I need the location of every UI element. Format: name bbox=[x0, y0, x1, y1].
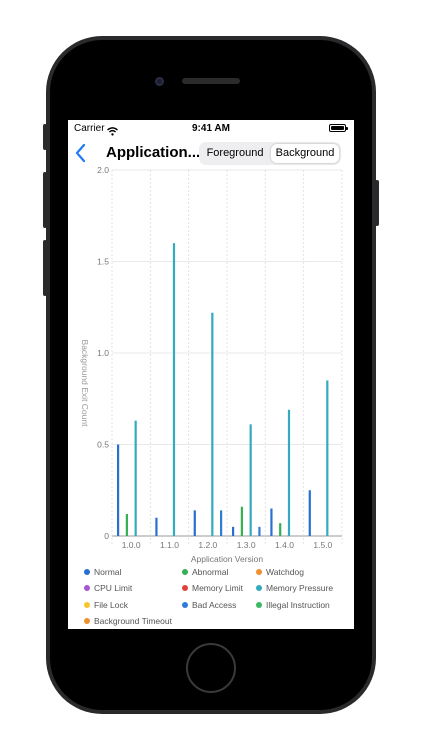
x-tick-label: 1.2.0 bbox=[198, 540, 217, 550]
segment-foreground[interactable]: Foreground bbox=[201, 144, 269, 163]
x-tick-label: 1.5.0 bbox=[313, 540, 332, 550]
legend-label: Bad Access bbox=[192, 599, 237, 610]
legend-swatch bbox=[182, 601, 188, 608]
status-time: 9:41 AM bbox=[192, 123, 230, 134]
y-tick-label: 1.5 bbox=[97, 257, 109, 267]
x-tick-label: 1.0.0 bbox=[122, 540, 141, 550]
legend-swatch bbox=[84, 585, 90, 592]
legend-label: Abnormal bbox=[192, 567, 229, 577]
y-tick-label: 1.0 bbox=[97, 348, 109, 358]
x-axis-title: Application Version bbox=[191, 554, 264, 564]
earpiece-speaker bbox=[182, 78, 240, 84]
bar-normal bbox=[117, 444, 120, 536]
bar-abnormal bbox=[279, 523, 282, 536]
y-tick-label: 2.0 bbox=[97, 165, 109, 175]
bar-normal bbox=[270, 508, 273, 536]
legend-swatch bbox=[84, 601, 90, 608]
legend-label: Watchdog bbox=[266, 567, 304, 577]
bar-normal bbox=[193, 510, 196, 536]
legend-label: CPU Limit bbox=[94, 583, 133, 594]
legend-item: Watchdog bbox=[256, 567, 304, 577]
power-button bbox=[375, 180, 379, 226]
y-axis-title: Background Exit Count bbox=[80, 340, 90, 428]
legend-item: Abnormal bbox=[182, 567, 228, 577]
legend-swatch bbox=[182, 569, 188, 575]
exit-count-chart: 0 0.5 1.0 1.5 2.0 1.0.0 1.1.0 1.2.0 1.3.0 1.4.0 1.… bbox=[80, 165, 343, 564]
bar-normal bbox=[155, 517, 158, 536]
bar-normal bbox=[232, 526, 235, 536]
legend-swatch bbox=[256, 601, 262, 608]
legend-label: Normal bbox=[94, 567, 122, 577]
y-tick-label: 0 bbox=[104, 531, 109, 541]
front-camera bbox=[155, 77, 164, 86]
legend-label: Background Timeout bbox=[94, 615, 172, 626]
legend-item: Memory Limit bbox=[182, 583, 243, 593]
legend-label: File Lock bbox=[94, 599, 129, 610]
legend-item: Normal bbox=[84, 567, 121, 577]
bar-memory-pressure bbox=[287, 409, 291, 536]
bar-abnormal bbox=[125, 514, 128, 536]
bar-memory-pressure bbox=[249, 424, 252, 536]
legend-swatch bbox=[182, 585, 188, 592]
x-tick-label: 1.4.0 bbox=[275, 540, 294, 550]
screen: Carrier 9:41 AM Application... Foregroun… bbox=[68, 120, 354, 629]
legend-swatch bbox=[84, 569, 90, 575]
legend-item: Bad Access bbox=[182, 600, 236, 610]
legend-label: Memory Limit bbox=[192, 583, 244, 594]
back-button[interactable] bbox=[72, 141, 90, 165]
volume-down-button bbox=[43, 240, 47, 296]
segment-background[interactable]: Background bbox=[271, 144, 339, 163]
volume-up-button bbox=[43, 172, 47, 228]
legend-swatch bbox=[84, 617, 90, 624]
bar-normal bbox=[308, 490, 311, 536]
mute-switch bbox=[43, 124, 47, 150]
legend-item: CPU Limit bbox=[84, 583, 132, 593]
legend-swatch bbox=[256, 585, 262, 592]
bar-memory-pressure bbox=[211, 312, 214, 536]
bar-memory-pressure bbox=[172, 243, 176, 536]
battery-icon bbox=[329, 124, 348, 132]
x-tick-label: 1.1.0 bbox=[160, 540, 179, 550]
legend-item: File Lock bbox=[84, 600, 128, 610]
bar-bad-access bbox=[220, 510, 223, 536]
home-button[interactable] bbox=[186, 643, 236, 693]
y-tick-label: 0.5 bbox=[97, 440, 109, 450]
bar-memory-pressure bbox=[326, 380, 329, 536]
legend-item: Illegal Instruction bbox=[256, 600, 330, 610]
legend-label: Memory Pressure bbox=[266, 583, 334, 594]
status-bar: Carrier 9:41 AM bbox=[68, 120, 354, 138]
bar-bad-access bbox=[258, 526, 261, 536]
chevron-left-icon bbox=[75, 143, 86, 163]
legend-label: Illegal Instruction bbox=[266, 599, 330, 610]
bar-abnormal bbox=[240, 506, 243, 536]
legend-item: Memory Pressure bbox=[256, 583, 333, 593]
exit-type-segmented-control: Foreground Background bbox=[199, 142, 341, 165]
x-tick-label: 1.3.0 bbox=[237, 540, 256, 550]
legend-item: Background Timeout bbox=[84, 616, 172, 626]
legend-swatch bbox=[256, 569, 262, 575]
bar-memory-pressure bbox=[134, 420, 137, 536]
page-title: Application... bbox=[106, 144, 201, 161]
